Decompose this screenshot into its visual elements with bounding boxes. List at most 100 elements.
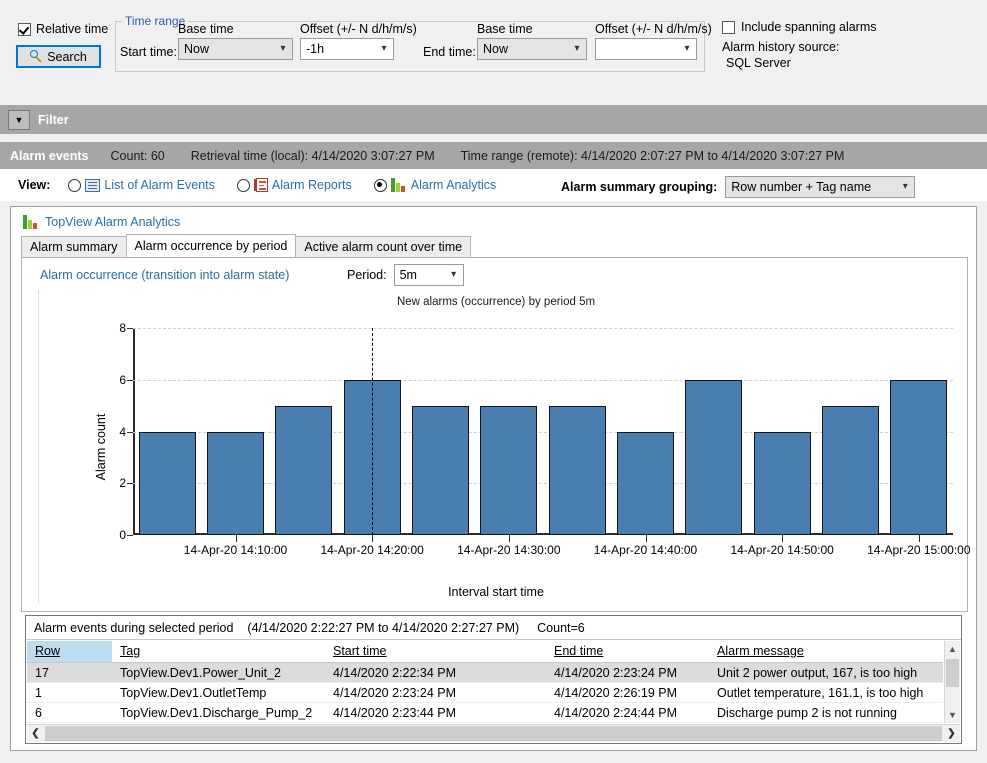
column-header-end-time[interactable]: End time [546, 641, 709, 663]
relative-time-checkbox-row[interactable]: Relative time [18, 22, 108, 36]
end-base-time-combo[interactable]: Now ▾ [477, 38, 587, 60]
cell-end-time: 4/14/2020 2:23:24 PM [546, 662, 709, 683]
scroll-left-icon[interactable]: ❮ [27, 725, 44, 743]
end-offset-combo[interactable]: ▾ [595, 38, 697, 60]
alarm-events-time-range: Time range (remote): 4/14/2020 2:07:27 P… [460, 148, 845, 163]
chart-x-tick [782, 535, 784, 542]
grid-vertical-scrollbar[interactable]: ▲ ▼ [944, 641, 960, 723]
grid-horizontal-scrollbar[interactable]: ❮ ❯ [27, 724, 960, 742]
cell-tag: TopView.Dev1.OutletTemp [112, 682, 325, 703]
include-spanning-row[interactable]: Include spanning alarms [722, 20, 972, 34]
events-table: Row Tag Start time End time Alarm messag… [27, 641, 943, 723]
tab-alarm-summary[interactable]: Alarm summary [21, 236, 127, 257]
vertical-scroll-thumb[interactable] [946, 659, 959, 687]
chevron-down-icon: ▾ [574, 43, 580, 54]
chart-bar[interactable] [753, 431, 811, 535]
search-button-label: Search [47, 49, 87, 64]
radio-alarm-reports[interactable] [236, 178, 250, 192]
chart-plot-area[interactable]: 0 2 4 6 8 14-Apr-20 14:10:00 14-Apr-20 14:20:0… [119, 321, 970, 557]
status-strip [0, 752, 987, 763]
chart-bar[interactable] [890, 379, 948, 535]
grid-header-count: Count=6 [537, 620, 585, 635]
scroll-up-icon[interactable]: ▲ [945, 641, 960, 657]
topview-alarm-analytics-window: Relative time Search Time range Base tim… [0, 0, 987, 763]
chart-bar[interactable] [275, 405, 333, 535]
column-header-alarm-message[interactable]: Alarm message [709, 641, 943, 663]
horizontal-scroll-thumb[interactable] [45, 726, 942, 741]
chevron-down-icon: ▾ [451, 269, 457, 280]
chart-bar[interactable] [480, 405, 538, 535]
chart-bar[interactable] [822, 405, 879, 535]
radio-alarm-analytics[interactable] [373, 178, 387, 192]
period-combo[interactable]: 5m ▾ [393, 264, 464, 286]
grid-table-viewport: Row Tag Start time End time Alarm messag… [27, 641, 943, 724]
chart-y-tick-label: 2 [119, 476, 126, 491]
cell-alarm-message: Unit 2 power output, 167, is too high [709, 662, 943, 683]
view-option-label-analytics: Alarm Analytics [410, 178, 497, 192]
view-option-alarm-analytics[interactable]: Alarm Analytics [373, 178, 497, 192]
tab-active-alarm-count-over-time[interactable]: Active alarm count over time [295, 236, 472, 257]
scroll-right-icon[interactable]: ❯ [943, 725, 960, 743]
chart-bar[interactable] [207, 431, 264, 535]
chart-y-tick-label: 0 [119, 528, 126, 542]
cell-tag: TopView.Dev1.Discharge_Pump_2 [112, 702, 325, 723]
end-offset-field: Offset (+/- N d/h/m/s) ▾ [595, 22, 712, 60]
tab-label: Alarm summary [30, 240, 118, 254]
view-option-alarm-reports[interactable]: Alarm Reports [236, 178, 352, 192]
chart-x-tick [918, 535, 920, 542]
chevron-down-icon: ▾ [381, 43, 387, 54]
analytics-tabstrip: Alarm summary Alarm occurrence by period… [21, 234, 472, 257]
chart-x-tick [235, 535, 237, 542]
chart-y-tick [127, 328, 133, 329]
chart-bar[interactable] [548, 405, 606, 535]
end-base-time-value: Now [483, 42, 509, 56]
alarm-summary-grouping-value: Row number + Tag name [731, 180, 872, 194]
start-base-time-value: Now [184, 42, 210, 56]
radio-list-of-alarm-events[interactable] [68, 178, 82, 192]
view-option-label-list: List of Alarm Events [104, 178, 215, 192]
chart-bar[interactable] [412, 405, 469, 535]
chart-gridline [133, 379, 953, 381]
start-offset-field: Offset (+/- N d/h/m/s) -1h ▾ [300, 22, 417, 60]
tab-panel-occurrence-by-period: Alarm occurrence (transition into alarm … [21, 257, 971, 612]
start-base-time-combo[interactable]: Now ▾ [178, 38, 293, 60]
analytics-panel: TopView Alarm Analytics Alarm summary Al… [10, 206, 977, 751]
chart-x-tick [372, 535, 374, 542]
chart-bar[interactable] [685, 379, 743, 535]
base-time-header-start: Base time [178, 22, 234, 36]
chart-x-tick-label: 14-Apr-20 14:20:00 [320, 543, 424, 557]
cell-start-time: 4/14/2020 2:23:24 PM [325, 682, 546, 703]
column-header-tag[interactable]: Tag [112, 641, 325, 663]
column-header-row[interactable]: Row [27, 641, 112, 663]
table-row[interactable]: 17 TopView.Dev1.Power_Unit_2 4/14/2020 2:2… [27, 662, 943, 683]
start-base-time-field: Base time Now ▾ [178, 22, 293, 60]
end-time-label: End time: [423, 45, 476, 59]
collapse-filter-icon[interactable]: ▼ [8, 109, 30, 130]
period-label: Period: [347, 268, 387, 282]
chart-y-tick [127, 379, 133, 381]
alarm-occurrence-link[interactable]: Alarm occurrence (transition into alarm … [40, 268, 289, 282]
chart-bar[interactable] [617, 431, 674, 535]
chart-x-tick [645, 535, 647, 542]
search-button[interactable]: Search [16, 45, 101, 68]
view-option-list-of-alarm-events[interactable]: List of Alarm Events [68, 178, 215, 192]
magnifier-icon [30, 50, 43, 63]
view-label: View: [18, 178, 51, 192]
scroll-down-icon[interactable]: ▼ [945, 707, 960, 723]
alarm-summary-grouping-combo[interactable]: Row number + Tag name ▾ [725, 176, 916, 198]
start-offset-combo[interactable]: -1h ▾ [300, 38, 394, 60]
table-row[interactable]: 1 TopView.Dev1.OutletTemp 4/14/2020 2:23:2… [27, 682, 943, 703]
chart-x-axis-label: Interval start time [448, 585, 544, 599]
alarm-events-retrieval-time: Retrieval time (local): 4/14/2020 3:07:2… [190, 148, 435, 163]
events-table-body: 17 TopView.Dev1.Power_Unit_2 4/14/2020 2:2… [27, 662, 943, 723]
include-spanning-alarms-checkbox[interactable] [722, 20, 735, 34]
chart-bar[interactable] [138, 431, 196, 535]
filter-section-header[interactable]: ▼ Filter [0, 105, 987, 134]
column-header-start-time[interactable]: Start time [325, 641, 546, 663]
table-row[interactable]: 6 TopView.Dev1.Discharge_Pump_2 4/14/2020 … [27, 702, 943, 723]
include-spanning-alarms-label: Include spanning alarms [741, 20, 877, 34]
tab-label: Alarm occurrence by period [134, 239, 288, 253]
bar-chart-icon [390, 178, 407, 192]
tab-alarm-occurrence-by-period[interactable]: Alarm occurrence by period [125, 234, 297, 257]
relative-time-checkbox[interactable] [18, 22, 31, 36]
